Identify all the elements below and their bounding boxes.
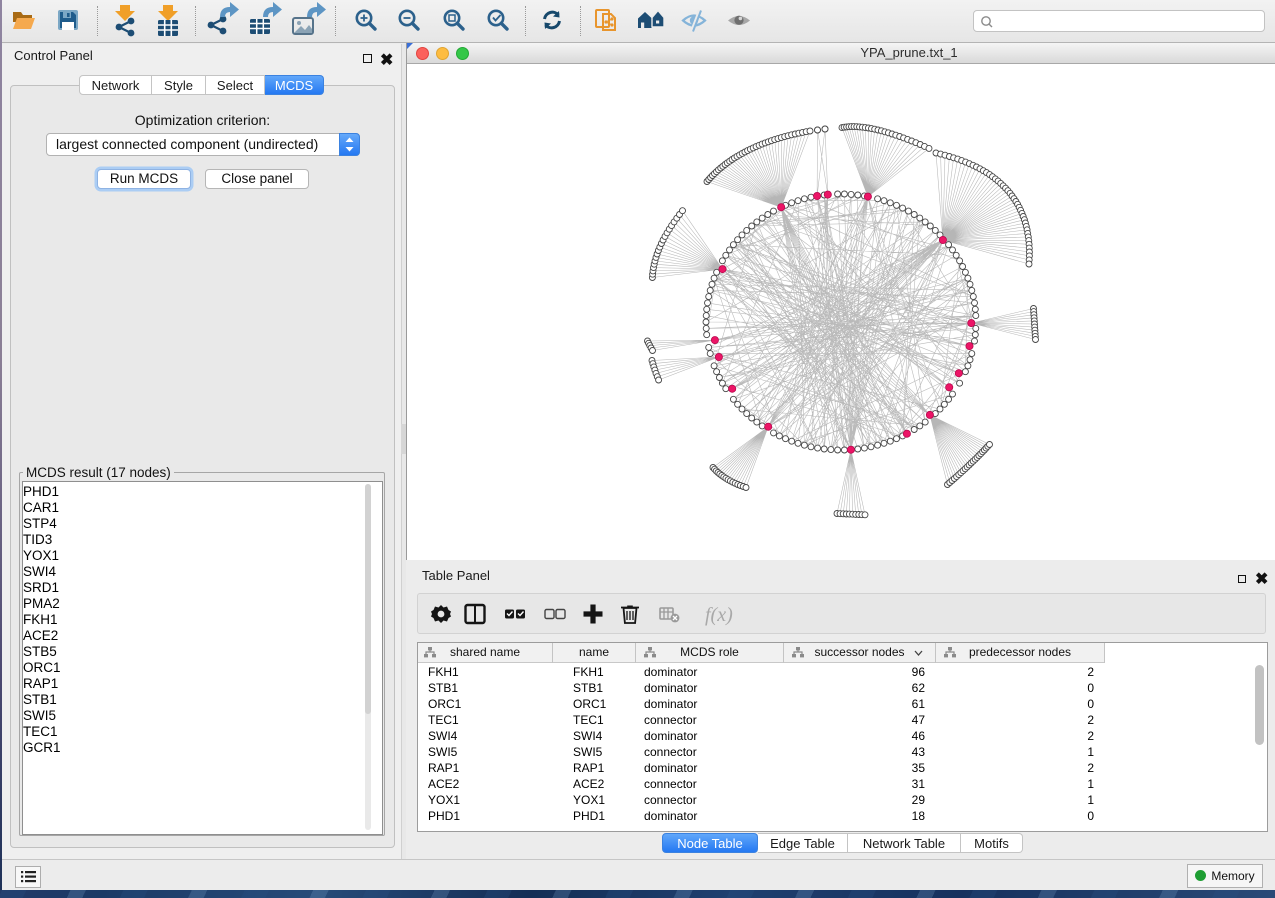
svg-text:f(x): f(x) [705,604,733,626]
